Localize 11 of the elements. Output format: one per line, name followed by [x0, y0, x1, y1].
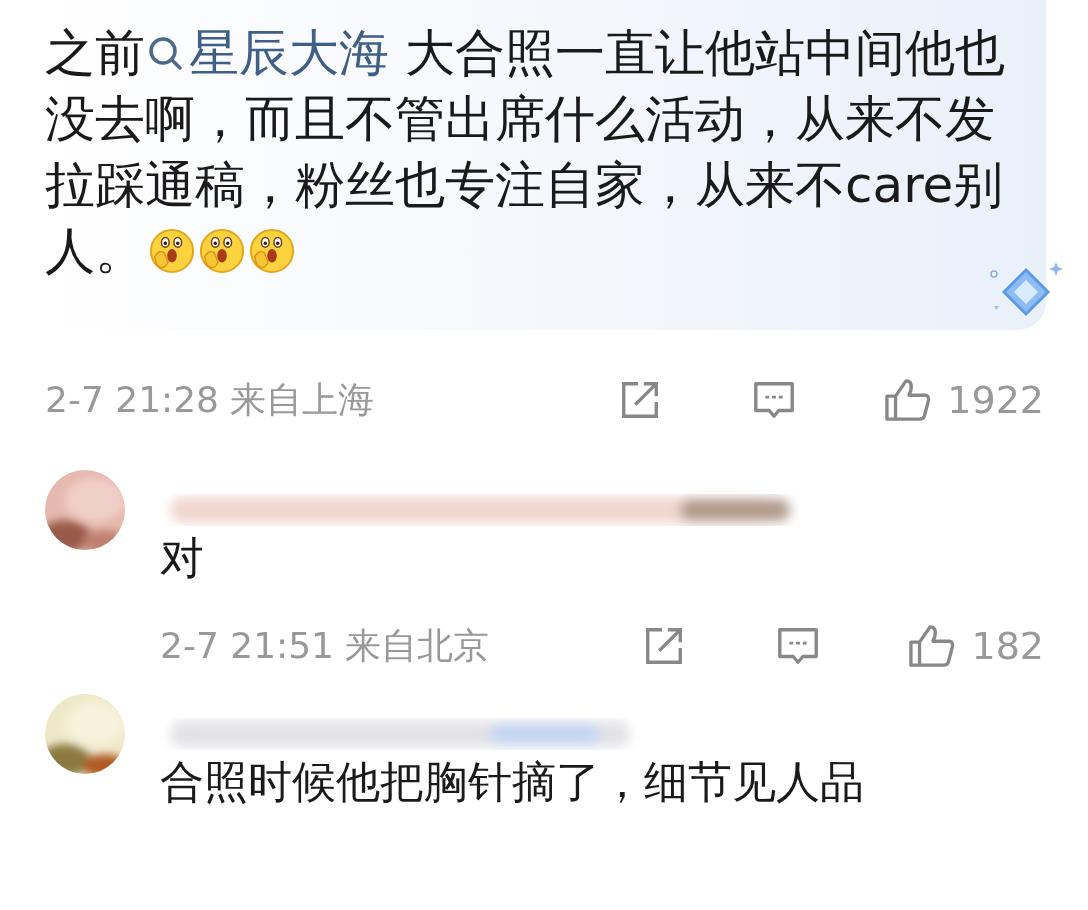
post-text: 之前 星辰大海 大合照一直让他站中间他也没去啊，而且不管出席什么活动，从来不发拉踩通稿，粉丝也专注自家，从来不care别人。 [45, 23, 1006, 282]
timestamp: 2-7 21:51 来自北京 [160, 623, 490, 668]
emoji-icon [199, 228, 245, 274]
topic-link[interactable]: 星辰大海 [145, 24, 389, 82]
timestamp: 2-7 21:28 来自上海 [45, 377, 375, 422]
reply-text: 合照时候他把胸针摘了，细节见人品 [160, 755, 865, 809]
like-count: 182 [971, 624, 1044, 668]
emoji-icon [149, 228, 195, 274]
like-count: 1922 [947, 378, 1044, 422]
reply-text: 对 [160, 531, 205, 585]
emoji-icon [249, 228, 295, 274]
